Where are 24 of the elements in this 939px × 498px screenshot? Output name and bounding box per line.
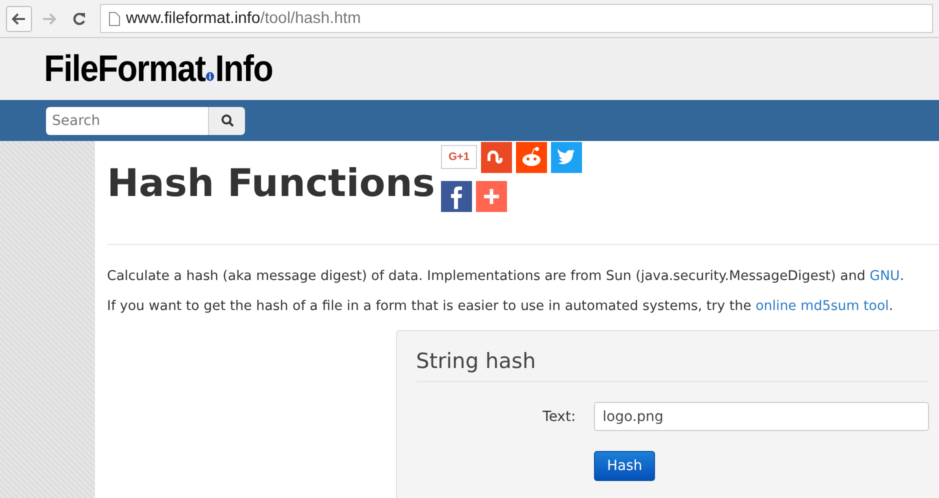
panel-title: String hash bbox=[416, 349, 929, 382]
field-label: Text: bbox=[542, 408, 577, 424]
page-icon bbox=[109, 12, 120, 26]
address-bar[interactable]: www.fileformat.info/tool/hash.htm bbox=[100, 4, 933, 33]
plus-one-button[interactable]: G+1 bbox=[441, 145, 478, 169]
search-field[interactable]: Search bbox=[46, 106, 208, 134]
back-icon bbox=[12, 12, 26, 24]
site-logo[interactable]: FileFormat Info bbox=[44, 48, 273, 90]
forward-icon bbox=[42, 12, 56, 24]
back-button[interactable] bbox=[6, 6, 32, 32]
facebook-icon[interactable] bbox=[441, 181, 472, 212]
hash-button[interactable]: Hash bbox=[594, 451, 656, 481]
plus-icon[interactable] bbox=[476, 181, 508, 212]
search-icon bbox=[220, 114, 234, 127]
text-link[interactable]: GNU bbox=[870, 269, 900, 284]
bird-icon[interactable] bbox=[551, 142, 582, 173]
reload-icon bbox=[72, 12, 86, 26]
description-text: If you want to get the hash of a file in a form that is easier to use in automated systems, try the online md5sum tool. bbox=[107, 298, 894, 316]
reddit-icon[interactable] bbox=[516, 142, 548, 173]
page-title: Hash Functions bbox=[107, 161, 436, 205]
search-button[interactable] bbox=[208, 106, 245, 134]
text-link[interactable]: online md5sum tool bbox=[756, 299, 889, 314]
description-text: Calculate a hash (aka message digest) of data. Implementations are from Sun (java.security.MessageDigest) and GNU. bbox=[107, 268, 906, 286]
text-field[interactable]: logo.png bbox=[594, 402, 929, 431]
